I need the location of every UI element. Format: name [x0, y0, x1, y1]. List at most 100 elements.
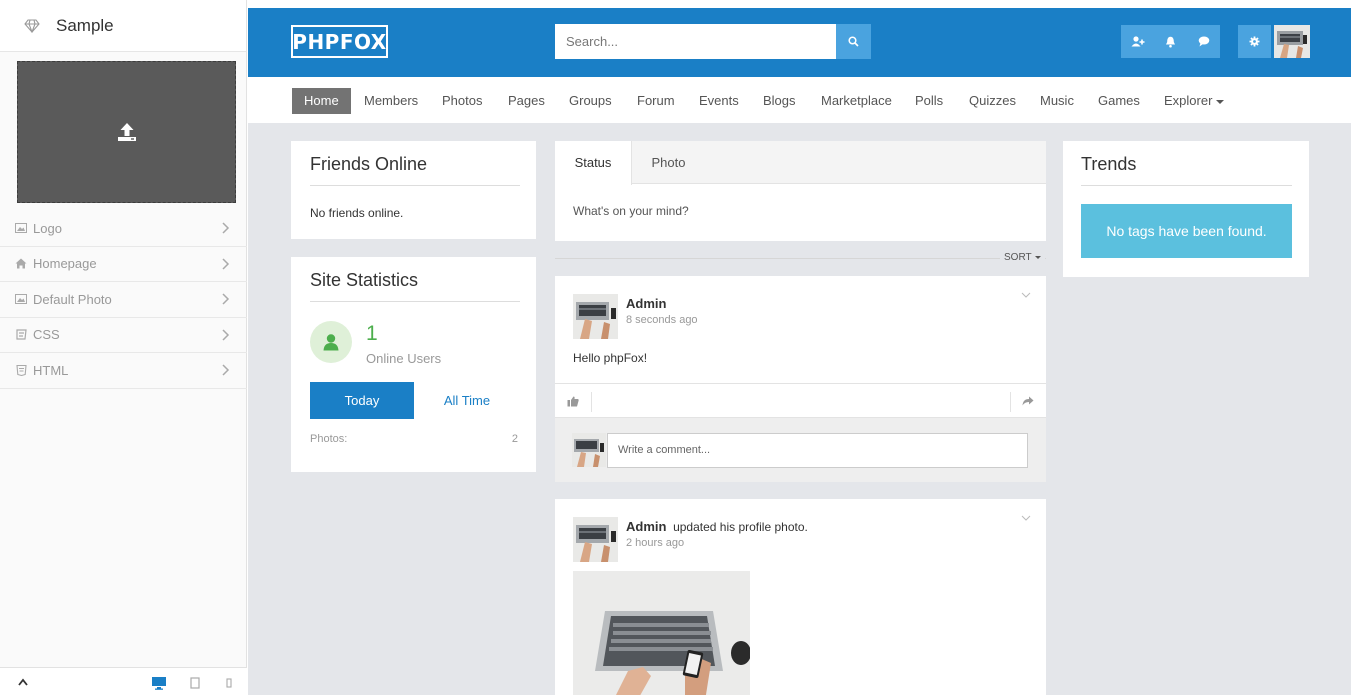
friends-online-block: Friends Online No friends online. — [291, 141, 536, 239]
post-text: Hello phpFox! — [573, 351, 648, 365]
editor-menu-html[interactable]: HTML — [0, 353, 247, 389]
tablet-icon[interactable] — [189, 676, 201, 690]
theme-editor-panel: Sample Logo Homepage Default Photo CSS H… — [0, 0, 247, 695]
online-users-avatar — [310, 321, 352, 363]
sort-dropdown[interactable]: SORT — [1000, 252, 1045, 263]
diamond-icon — [22, 16, 42, 36]
stat-label: Photos: — [310, 433, 348, 445]
author-avatar[interactable] — [573, 517, 618, 562]
feed-item: Admin 8 seconds ago Hello phpFox! Write … — [555, 276, 1046, 482]
tab-all-time[interactable]: All Time — [414, 382, 520, 419]
upload-icon — [117, 123, 136, 141]
html-icon — [15, 364, 27, 376]
notifications-button[interactable] — [1154, 25, 1187, 58]
bell-icon — [1166, 36, 1175, 47]
image-icon — [15, 222, 27, 234]
caret-down-icon — [1216, 99, 1225, 104]
messages-button[interactable] — [1187, 25, 1220, 58]
block-title: Site Statistics — [310, 270, 419, 290]
nav-quizzes[interactable]: Quizzes — [969, 88, 1016, 114]
share-icon[interactable] — [1022, 396, 1034, 406]
editor-menu-label: CSS — [33, 327, 60, 343]
sort-label: SORT — [1004, 252, 1032, 263]
chevron-right-icon — [222, 222, 230, 234]
author-name[interactable]: Admin — [626, 519, 666, 534]
profile-photo[interactable] — [573, 571, 750, 695]
post-actions — [555, 383, 1046, 418]
tab-today[interactable]: Today — [310, 382, 414, 419]
author-avatar[interactable] — [573, 294, 618, 339]
nav-photos[interactable]: Photos — [442, 88, 482, 114]
editor-menu-logo[interactable]: Logo — [0, 211, 247, 247]
online-users-label: Online Users — [366, 351, 442, 366]
nav-pages[interactable]: Pages — [508, 88, 545, 114]
empty-message: No friends online. — [310, 206, 404, 220]
tab-photo[interactable]: Photo — [632, 141, 705, 184]
block-title: Friends Online — [310, 154, 428, 174]
divider — [555, 258, 1046, 259]
nav-home[interactable]: Home — [292, 88, 351, 114]
editor-menu-label: Logo — [33, 220, 62, 236]
stat-value: 2 — [511, 433, 518, 445]
user-avatar[interactable] — [1274, 25, 1310, 58]
main-navigation: Home Members Photos Pages Groups Forum E… — [248, 77, 1351, 123]
site-logo[interactable]: PHPFOX — [291, 25, 388, 58]
post-time: 2 hours ago — [626, 537, 685, 549]
status-composer: Status Photo What's on your mind? — [555, 141, 1046, 241]
activity-line: Admin updated his profile photo. — [626, 519, 808, 534]
home-icon — [15, 258, 27, 270]
nav-events[interactable]: Events — [699, 88, 739, 114]
friend-requests-button[interactable] — [1121, 25, 1154, 58]
empty-tags-alert: No tags have been found. — [1081, 204, 1292, 258]
author-name[interactable]: Admin — [626, 296, 666, 311]
nav-members[interactable]: Members — [364, 88, 418, 114]
like-icon[interactable] — [567, 396, 579, 407]
trends-block: Trends No tags have been found. — [1063, 141, 1309, 277]
tab-status[interactable]: Status — [555, 141, 632, 185]
nav-explorer-label: Explorer — [1164, 93, 1213, 108]
search-icon — [848, 36, 859, 47]
chevron-right-icon — [222, 257, 230, 270]
image-icon — [15, 293, 27, 305]
activity-text: updated his profile photo. — [673, 520, 808, 534]
chevron-up-icon[interactable] — [17, 677, 29, 687]
settings-button[interactable] — [1238, 25, 1271, 58]
composer-input[interactable]: What's on your mind? — [573, 204, 689, 218]
nav-games[interactable]: Games — [1098, 88, 1140, 114]
upload-dropzone[interactable] — [17, 61, 236, 203]
editor-menu-homepage[interactable]: Homepage — [0, 247, 247, 282]
header-bar: PHPFOX — [248, 8, 1351, 77]
composer-tabs: Status Photo — [555, 141, 1046, 185]
mobile-icon[interactable] — [225, 676, 233, 690]
add-user-icon — [1131, 36, 1144, 47]
post-time: 8 seconds ago — [626, 314, 698, 326]
chevron-down-icon[interactable] — [1021, 515, 1031, 521]
editor-menu-label: Homepage — [33, 256, 97, 272]
chevron-right-icon — [222, 328, 230, 341]
chevron-down-icon[interactable] — [1021, 292, 1031, 298]
search-input[interactable] — [555, 24, 836, 59]
user-icon — [323, 334, 339, 351]
gear-icon — [1249, 36, 1260, 47]
site-preview: PHPFOX Home Members Photos Pages Groups … — [248, 8, 1351, 695]
chevron-right-icon — [222, 293, 230, 305]
nav-explorer[interactable]: Explorer — [1164, 88, 1225, 114]
chat-icon — [1198, 36, 1209, 47]
css-icon — [15, 329, 27, 341]
search-button[interactable] — [836, 24, 871, 59]
desktop-icon[interactable] — [151, 676, 167, 690]
nav-polls[interactable]: Polls — [915, 88, 943, 114]
commenter-avatar — [572, 433, 606, 467]
online-users-count: 1 — [366, 322, 378, 345]
editor-footer — [0, 667, 247, 695]
editor-menu: Logo Homepage Default Photo CSS HTML — [0, 211, 247, 389]
comment-input[interactable]: Write a comment... — [607, 433, 1028, 468]
editor-menu-css[interactable]: CSS — [0, 318, 247, 353]
nav-blogs[interactable]: Blogs — [763, 88, 796, 114]
nav-groups[interactable]: Groups — [569, 88, 612, 114]
editor-title: Sample — [56, 15, 114, 35]
nav-forum[interactable]: Forum — [637, 88, 675, 114]
nav-music[interactable]: Music — [1040, 88, 1074, 114]
editor-menu-default-photo[interactable]: Default Photo — [0, 282, 247, 318]
nav-marketplace[interactable]: Marketplace — [821, 88, 892, 114]
